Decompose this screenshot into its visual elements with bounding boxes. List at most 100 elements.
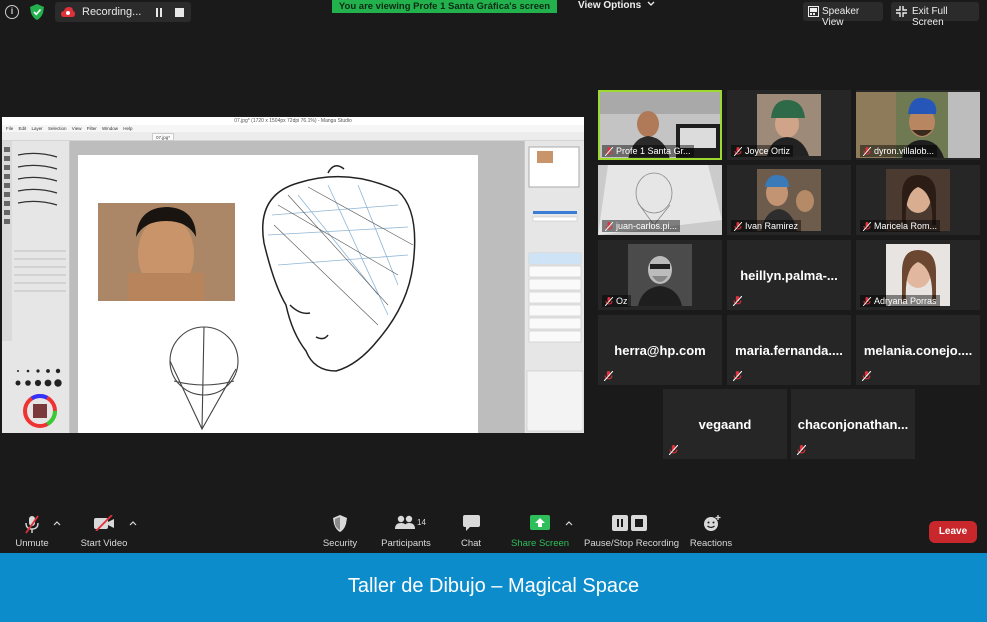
security-label: Security <box>322 538 358 549</box>
participant-name: Joyce Ortiz <box>731 145 794 157</box>
chevron-up-icon[interactable] <box>565 520 573 526</box>
exit-full-screen-label: Exit Full Screen <box>912 6 948 28</box>
participant-name: chaconjonathan... <box>797 417 909 432</box>
mic-muted-icon <box>604 371 613 381</box>
mic-muted-icon <box>862 371 871 381</box>
share-screen-label: Share Screen <box>510 538 570 549</box>
mic-muted-icon <box>863 147 871 156</box>
participant-tile[interactable]: Joyce Ortiz <box>727 90 851 160</box>
mic-muted-icon <box>669 445 678 455</box>
participants-label: Participants <box>381 538 431 549</box>
mic-muted-icon <box>605 297 613 306</box>
chevron-down-icon <box>647 1 655 6</box>
participant-name: maria.fernanda.... <box>735 343 843 358</box>
participant-name: heillyn.palma-... <box>740 268 838 283</box>
participant-name: vegaand <box>698 417 752 432</box>
meeting-controls: Unmute Start Video Security 14 Participa… <box>0 508 987 553</box>
shield-icon[interactable] <box>30 4 44 20</box>
stop-icon[interactable] <box>175 8 184 17</box>
leave-button[interactable]: Leave <box>929 521 977 543</box>
caption-bar: Taller de Dibujo – Magical Space <box>0 553 987 622</box>
participant-name: Ivan Ramirez <box>731 220 802 232</box>
participants-button[interactable]: 14 Participants <box>378 508 434 553</box>
participant-name: Oz <box>602 295 631 307</box>
app-toolbar: 07.jpg* <box>2 132 584 141</box>
chevron-up-icon[interactable] <box>129 520 137 526</box>
start-video-button[interactable]: Start Video <box>76 508 132 553</box>
mic-muted-icon <box>734 222 742 231</box>
mic-muted-icon <box>605 222 613 231</box>
view-options-menu[interactable]: View Options <box>578 0 655 11</box>
canvas-page[interactable] <box>78 155 478 433</box>
participant-name: dyron.villalob... <box>860 145 938 157</box>
participant-tile[interactable]: maria.fernanda.... <box>727 315 851 385</box>
security-button[interactable]: Security <box>318 508 362 553</box>
speaker-view-label: Speaker View <box>822 6 860 28</box>
view-options-label: View Options <box>578 0 642 11</box>
mic-muted-icon <box>797 445 806 455</box>
mic-muted-icon <box>734 147 742 156</box>
participant-tile[interactable]: heillyn.palma-... <box>727 240 851 310</box>
layers-panel-graphics <box>526 146 584 432</box>
participants-icon <box>395 515 415 529</box>
chat-icon <box>463 515 480 531</box>
app-menu-bar: File Edit Layer Selection View Filter Wi… <box>2 125 584 132</box>
participant-tile[interactable]: vegaand <box>663 389 787 459</box>
mic-muted-icon <box>25 515 39 534</box>
unmute-button[interactable]: Unmute <box>8 508 56 553</box>
participant-tile[interactable]: juan-carlos.pi... <box>598 165 722 235</box>
speaker-view-icon <box>808 6 819 17</box>
share-screen-icon <box>530 515 550 530</box>
reactions-button[interactable]: Reactions <box>688 508 734 553</box>
participant-tile[interactable]: Profe 1 Santa Gr... <box>598 90 722 160</box>
participant-tile[interactable]: dyron.villalob... <box>856 90 980 160</box>
recording-label: Recording... <box>82 6 142 18</box>
pause-stop-icon <box>612 515 647 531</box>
document-tab: 07.jpg* <box>152 133 175 141</box>
exit-full-screen-button[interactable]: Exit Full Screen <box>891 2 979 28</box>
zoom-meeting-window: i Recording... You are viewing Profe 1 S… <box>0 0 987 622</box>
participant-tile[interactable]: melania.conejo.... <box>856 315 980 385</box>
participant-name: Maricela Rom... <box>860 220 941 232</box>
speaker-view-button[interactable]: Speaker View <box>803 2 883 28</box>
share-screen-button[interactable]: Share Screen <box>510 508 570 553</box>
reactions-icon <box>704 515 721 531</box>
participant-tile[interactable]: herra@hp.com <box>598 315 722 385</box>
participant-name: melania.conejo.... <box>863 343 973 358</box>
participants-count: 14 <box>417 518 426 527</box>
participant-tile[interactable]: Maricela Rom... <box>856 165 980 235</box>
mic-muted-icon <box>733 296 742 306</box>
mic-muted-icon <box>863 222 871 231</box>
pause-stop-recording-button[interactable]: Pause/Stop Recording <box>584 508 680 553</box>
shared-screen[interactable]: 07.jpg* (1720 x 1504px 72dpi 76.1%) - Ma… <box>2 117 584 433</box>
layers-panel <box>524 141 584 433</box>
start-video-label: Start Video <box>80 538 128 549</box>
participant-name: Adryana Porras <box>860 295 940 307</box>
participant-name: herra@hp.com <box>614 343 706 358</box>
video-off-icon <box>94 515 114 531</box>
participant-tile[interactable]: chaconjonathan... <box>791 389 915 459</box>
participant-name: juan-carlos.pi... <box>602 220 681 232</box>
reactions-label: Reactions <box>689 538 733 549</box>
pause-icon[interactable] <box>153 7 165 18</box>
participant-tile[interactable]: Oz <box>598 240 722 310</box>
app-title-bar: 07.jpg* (1720 x 1504px 72dpi 76.1%) - Ma… <box>2 117 584 125</box>
mic-muted-icon <box>605 147 613 156</box>
mic-muted-icon <box>733 371 742 381</box>
chat-button[interactable]: Chat <box>452 508 490 553</box>
cloud-record-icon <box>61 7 75 17</box>
info-icon[interactable]: i <box>5 5 19 19</box>
top-bar: i Recording... You are viewing Profe 1 S… <box>0 0 987 28</box>
chat-label: Chat <box>460 538 482 549</box>
viewing-banner: You are viewing Profe 1 Santa Gráfica's … <box>332 0 557 13</box>
recording-indicator[interactable]: Recording... <box>55 2 191 22</box>
pause-stop-recording-label: Pause/Stop Recording <box>584 538 680 549</box>
exit-fullscreen-icon <box>896 6 907 17</box>
mic-muted-icon <box>863 297 871 306</box>
participant-tile[interactable]: Adryana Porras <box>856 240 980 310</box>
chevron-up-icon[interactable] <box>53 520 61 526</box>
drawing-canvas-area[interactable] <box>70 141 524 433</box>
participant-tile[interactable]: Ivan Ramirez <box>727 165 851 235</box>
unmute-label: Unmute <box>15 538 49 549</box>
canvas-drawing <box>98 165 416 431</box>
